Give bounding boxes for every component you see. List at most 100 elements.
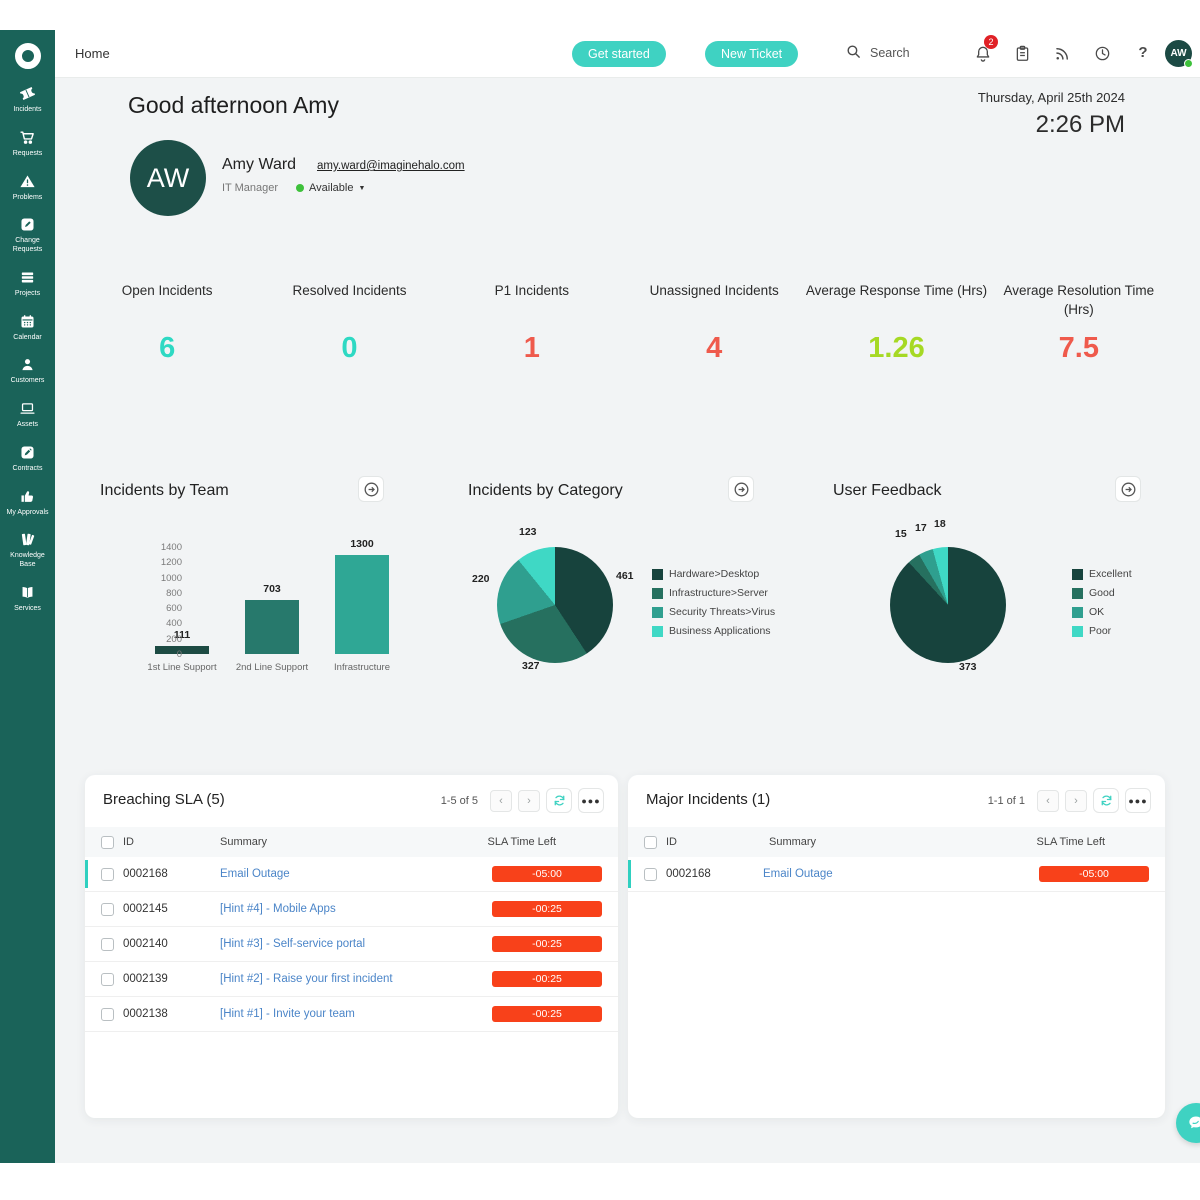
breadcrumb-home[interactable]: Home [75, 46, 110, 61]
next-page-button[interactable]: › [518, 790, 540, 812]
sidebar-item-customers[interactable]: Customers [0, 356, 55, 386]
ticket-summary-link[interactable]: [Hint #1] - Invite your team [220, 1008, 355, 1020]
chart-title: Incidents by Team [100, 482, 229, 500]
incidents-by-team-card: Incidents by Team 1117031300 02004006008… [90, 460, 410, 700]
history-button[interactable] [1093, 44, 1113, 64]
sidebar-item-contracts[interactable]: Contracts [0, 444, 55, 474]
bar-infrastructure[interactable] [335, 555, 389, 654]
select-all-checkbox[interactable] [101, 836, 114, 849]
ticket-id: 0002168 [666, 868, 736, 880]
sidebar-item-requests[interactable]: Requests [0, 129, 55, 159]
bar-2nd-line-support[interactable] [245, 600, 299, 654]
online-status-dot [1184, 59, 1193, 68]
sidebar-item-knowledge-base[interactable]: Knowledge Base [0, 531, 55, 570]
row-checkbox[interactable] [101, 868, 114, 881]
ticket-summary-link[interactable]: Email Outage [763, 868, 833, 880]
row-checkbox[interactable] [644, 868, 657, 881]
search-input[interactable]: Search [845, 43, 910, 63]
user-avatar[interactable]: AW [1165, 40, 1192, 67]
chart-legend: Hardware>DesktopInfrastructure>ServerSec… [652, 568, 775, 637]
category-pie-chart[interactable] [497, 547, 613, 663]
sidebar-item-label: Assets [17, 421, 38, 430]
legend-swatch [1072, 607, 1083, 618]
ticket-summary-link[interactable]: [Hint #4] - Mobile Apps [220, 903, 336, 915]
notifications-button[interactable]: 2 [973, 44, 993, 64]
sidebar-item-my-approvals[interactable]: My Approvals [0, 488, 55, 518]
chevron-left-icon: ‹ [499, 795, 503, 807]
chart-title: Incidents by Category [468, 482, 623, 500]
contract-icon [19, 444, 36, 461]
feed-button[interactable] [1053, 44, 1073, 64]
legend-label: Security Threats>Virus [669, 606, 775, 618]
breaching-sla-card: Breaching SLA (5) 1-5 of 5 ‹ › ●●● ID Su… [85, 775, 618, 1118]
sla-time-badge: -00:25 [492, 936, 602, 952]
legend-swatch [1072, 569, 1083, 580]
current-date: Thursday, April 25th 2024 [978, 90, 1125, 105]
open-chart-button[interactable] [1115, 476, 1141, 502]
ticket-summary-link[interactable]: [Hint #2] - Raise your first incident [220, 973, 393, 985]
table-row[interactable]: 0002138[Hint #1] - Invite your team-00:2… [85, 997, 618, 1032]
sidebar-item-calendar[interactable]: Calendar [0, 313, 55, 343]
sidebar-item-projects[interactable]: Projects [0, 269, 55, 299]
table-row[interactable]: 0002145[Hint #4] - Mobile Apps-00:25 [85, 892, 618, 927]
new-ticket-button[interactable]: New Ticket [705, 41, 798, 67]
profile-avatar: AW [130, 140, 206, 216]
profile-email-link[interactable]: amy.ward@imaginehalo.com [317, 160, 465, 172]
row-checkbox[interactable] [101, 973, 114, 986]
row-checkbox[interactable] [101, 1008, 114, 1021]
ticket-id: 0002139 [123, 973, 193, 985]
table-row[interactable]: 0002140[Hint #3] - Self-service portal-0… [85, 927, 618, 962]
legend-label: Infrastructure>Server [669, 587, 768, 599]
notification-badge: 2 [984, 35, 998, 49]
table-row[interactable]: 0002139 [Hint #2] - Raise your first inci… [85, 962, 618, 997]
next-page-button[interactable]: › [1065, 790, 1087, 812]
get-started-button[interactable]: Get started [572, 41, 666, 67]
sidebar-item-incidents[interactable]: Incidents [0, 85, 55, 115]
warning-icon [19, 173, 36, 190]
legend-item: Poor [1072, 625, 1132, 637]
more-icon: ●●● [581, 796, 600, 806]
sidebar-item-assets[interactable]: Assets [0, 400, 55, 430]
refresh-button[interactable] [546, 788, 572, 813]
halo-logo-icon[interactable] [15, 43, 41, 69]
row-checkbox[interactable] [101, 938, 114, 951]
table-row[interactable]: 0002168Email Outage-05:00 [628, 857, 1165, 892]
open-chart-button[interactable] [728, 476, 754, 502]
more-options-button[interactable]: ●●● [1125, 788, 1151, 813]
stat-tile: Unassigned Incidents4 [623, 282, 805, 365]
sidebar-item-label: Services [14, 605, 41, 614]
refresh-button[interactable] [1093, 788, 1119, 813]
stat-tile: Average Resolution Time (Hrs)7.5 [988, 282, 1170, 365]
sidebar-item-label: Change Requests [2, 237, 54, 255]
prev-page-button[interactable]: ‹ [1037, 790, 1059, 812]
help-button[interactable]: ? [1133, 44, 1153, 64]
sidebar-item-services[interactable]: Services [0, 584, 55, 614]
sla-time-badge: -00:25 [492, 971, 602, 987]
row-indicator [628, 860, 631, 888]
table-row[interactable]: 0002168Email Outage-05:00 [85, 857, 618, 892]
chat-widget-button[interactable] [1176, 1103, 1200, 1143]
sidebar-item-problems[interactable]: Problems [0, 173, 55, 203]
legend-item: Infrastructure>Server [652, 587, 775, 599]
books-icon [19, 531, 36, 548]
table-title: Major Incidents (1) [646, 791, 770, 808]
prev-page-button[interactable]: ‹ [490, 790, 512, 812]
sidebar-item-change-requests[interactable]: Change Requests [0, 216, 55, 255]
ticket-summary-link[interactable]: [Hint #3] - Self-service portal [220, 938, 365, 950]
major-incidents-card: Major Incidents (1) 1-1 of 1 ‹ › ●●● ID … [628, 775, 1165, 1118]
legend-swatch [652, 626, 663, 637]
clock-icon [1093, 44, 1112, 63]
select-all-checkbox[interactable] [644, 836, 657, 849]
stat-value: 4 [623, 332, 805, 365]
tasks-button[interactable] [1013, 44, 1033, 64]
top-bar: Home Get started New Ticket Search 2 ? A… [55, 30, 1200, 78]
open-chart-button[interactable] [358, 476, 384, 502]
row-checkbox[interactable] [101, 903, 114, 916]
sla-time-badge: -05:00 [492, 866, 602, 882]
sidebar-item-label: Problems [13, 194, 43, 203]
feedback-pie-chart[interactable] [890, 547, 1006, 663]
ticket-summary-link[interactable]: Email Outage [220, 868, 290, 880]
status-dropdown[interactable]: Available ▼ [296, 182, 365, 194]
more-options-button[interactable]: ●●● [578, 788, 604, 813]
current-time: 2:26 PM [978, 111, 1125, 139]
